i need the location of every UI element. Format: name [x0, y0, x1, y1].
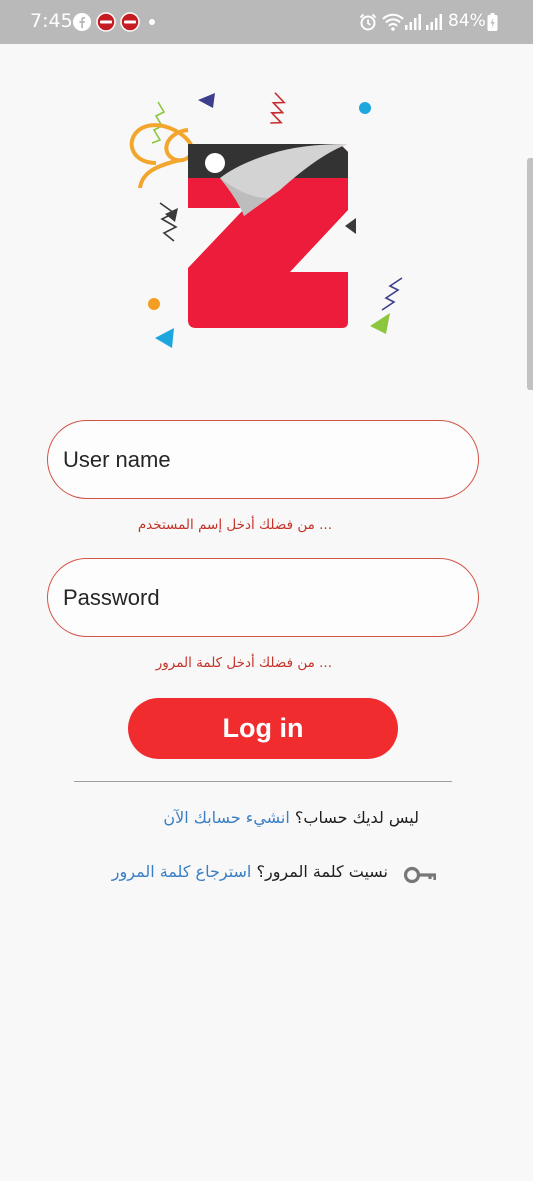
- username-input[interactable]: [63, 421, 463, 498]
- dot-icon: [149, 19, 155, 25]
- signal-icon: [405, 14, 421, 30]
- key-icon: [404, 866, 436, 884]
- alarm-icon: [359, 13, 377, 31]
- notification-app-icon: [96, 12, 116, 32]
- forgot-password-row: نسيت كلمة المرور؟ استرجاع كلمة المرور: [112, 862, 388, 881]
- recover-password-link[interactable]: استرجاع كلمة المرور: [112, 862, 252, 881]
- login-button[interactable]: Log in: [128, 698, 398, 759]
- status-time: 7:45: [30, 10, 73, 32]
- facebook-icon: [73, 13, 91, 31]
- username-field[interactable]: [47, 420, 479, 499]
- divider: [74, 781, 452, 782]
- password-field[interactable]: [47, 558, 479, 637]
- app-logo: [129, 92, 403, 348]
- signup-row: ليس لديك حساب؟ انشيء حسابك الآن: [163, 808, 419, 827]
- status-bar: 7:45 84%: [0, 0, 533, 44]
- signal-icon: [426, 14, 442, 30]
- scrollbar[interactable]: [527, 158, 533, 390]
- battery-charging-icon: [487, 13, 498, 31]
- signup-question: ليس لديك حساب؟: [294, 808, 419, 827]
- username-error: ... من فضلك أدخل إسم المستخدم: [137, 517, 332, 533]
- forgot-question: نسيت كلمة المرور؟: [256, 862, 388, 881]
- signup-link[interactable]: انشيء حسابك الآن: [163, 808, 290, 827]
- password-error: ... من فضلك أدخل كلمة المرور: [155, 655, 332, 671]
- password-input[interactable]: [63, 559, 463, 636]
- notification-app-icon: [120, 12, 140, 32]
- battery-level: 84%: [448, 11, 486, 31]
- wifi-icon: [382, 13, 404, 31]
